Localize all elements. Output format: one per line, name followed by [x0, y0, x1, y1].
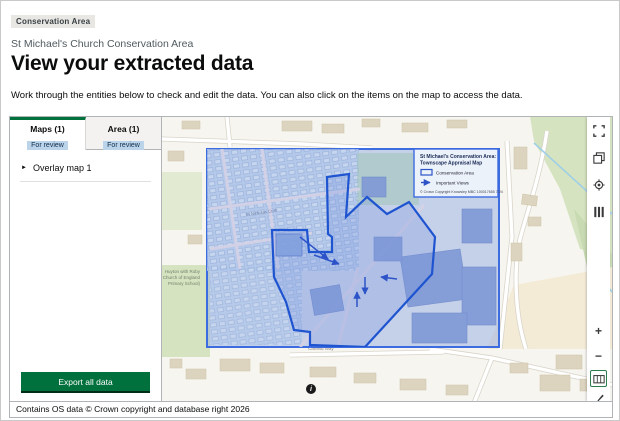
legend-title-line2: Townscape Appraisal Map [420, 161, 482, 167]
legend-copyright: © Crown Copyright Knowsley MBC 100017655… [420, 190, 503, 194]
list-divider [20, 181, 151, 182]
extracted-data-container: Maps (1) For review Area (1) For review … [9, 116, 613, 418]
basemap-toggle-button[interactable] [590, 370, 607, 387]
draw-button[interactable] [591, 390, 606, 401]
page-title: View your extracted data [11, 52, 254, 75]
fullscreen-button[interactable] [591, 123, 606, 138]
list-item-overlay-map[interactable]: ► Overlay map 1 [10, 150, 161, 181]
zoom-out-button[interactable]: − [591, 348, 606, 363]
school-label-line2: Church of England [163, 275, 201, 280]
status-tag: Conservation Area [11, 15, 96, 28]
maps-list: ► Overlay map 1 [10, 150, 161, 372]
legend-label-important-views: Important Views [436, 181, 470, 186]
brush-icon [596, 394, 604, 401]
tab-maps[interactable]: Maps (1) For review [10, 117, 86, 150]
map-book-icon [592, 374, 605, 383]
map-canvas[interactable]: Huyton with Roby Church of England Prima… [162, 117, 612, 401]
layers-button[interactable] [591, 150, 606, 165]
target-icon [592, 178, 605, 191]
zoom-in-button[interactable]: + [591, 323, 606, 338]
copy-pages-icon [592, 151, 605, 164]
grid-button[interactable] [591, 204, 606, 219]
export-all-data-button[interactable]: Export all data [21, 372, 150, 391]
legend-label-conservation-area: Conservation Area [436, 171, 474, 176]
map-legend: St Michael's Conservation Area: Townscap… [413, 148, 503, 198]
legend-title-line1: St Michael's Conservation Area: [420, 154, 496, 160]
intro-text: Work through the entities below to check… [11, 90, 523, 101]
tab-area-review-badge: For review [103, 141, 144, 150]
disclosure-triangle-icon: ► [21, 165, 27, 171]
school-label-line3: Primary School) [168, 281, 201, 286]
overlay-map-label: Overlay map 1 [32, 163, 92, 173]
grid-bars-icon [593, 206, 604, 217]
tab-area[interactable]: Area (1) For review [86, 117, 161, 150]
boundary-inner-block [275, 233, 303, 257]
locate-button[interactable] [591, 177, 606, 192]
tab-area-label: Area (1) [107, 124, 140, 134]
base-map: Huyton with Roby Church of England Prima… [162, 117, 612, 401]
map-controls: + − [587, 117, 610, 401]
tab-maps-label: Maps (1) [30, 124, 65, 134]
page-header: Conservation Area St Michael's Church Co… [11, 11, 609, 101]
page: { "page": { "tag": "Conservation Area", … [0, 0, 620, 421]
page-caption: St Michael's Church Conservation Area [11, 38, 194, 50]
os-attribution: Contains OS data © Crown copyright and d… [10, 401, 612, 417]
panel-tabs: Maps (1) For review Area (1) For review [10, 117, 161, 150]
info-button[interactable]: i [306, 384, 316, 394]
entities-panel: Maps (1) For review Area (1) For review … [10, 117, 162, 401]
fullscreen-icon [592, 124, 605, 137]
overlay-map[interactable]: St Nicholas Croft St Michael's Conservat… [206, 148, 503, 348]
tab-maps-review-badge: For review [27, 141, 68, 150]
school-label-line1: Huyton with Roby [165, 269, 201, 274]
